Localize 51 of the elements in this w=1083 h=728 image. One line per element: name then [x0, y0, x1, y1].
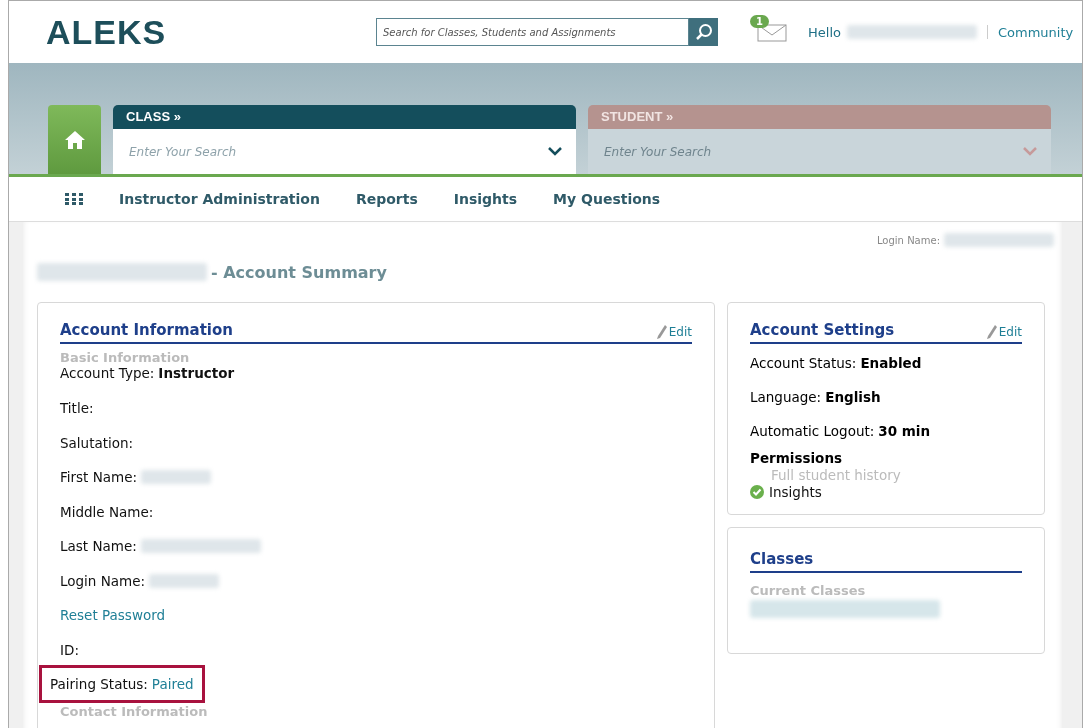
section-heading: Contact Information [60, 703, 209, 719]
field-label: ID: [60, 641, 79, 658]
home-icon [63, 129, 86, 150]
card-title: Account Settings [750, 321, 895, 339]
field-label: Middle Name: [60, 503, 154, 520]
field-value: 30 min [878, 422, 931, 439]
field-label: Salutation: [60, 434, 134, 451]
edit-link[interactable]: Edit [656, 325, 692, 339]
edit-link[interactable]: Edit [986, 325, 1022, 339]
pencil-icon [986, 325, 997, 339]
status-link[interactable]: Paired [151, 676, 194, 693]
selector-header: STUDENT » [588, 105, 1051, 129]
section-heading: Current Classes [750, 583, 867, 598]
field-value: Instructor [158, 365, 235, 381]
card-title: Classes [750, 550, 814, 568]
field-label: First Name: [60, 469, 138, 486]
login-label: Login Name: [876, 234, 940, 246]
permission-label: Insights [769, 483, 822, 500]
page-title: - Account Summary [211, 262, 387, 282]
greeting: Hello [808, 24, 841, 40]
nav-item[interactable]: My Questions [553, 191, 661, 207]
nav-item[interactable]: Instructor Administration [119, 191, 320, 207]
field-label: Last Name: [60, 538, 137, 555]
nav-item[interactable]: Insights [453, 191, 518, 207]
reset-password-link[interactable]: Reset Password [60, 607, 166, 624]
selector-header: CLASS » [113, 105, 576, 129]
field-label: Account Type: [60, 365, 155, 381]
logo: ALEKS [46, 12, 168, 52]
chevron-down-icon [548, 147, 562, 156]
field-label: Language: [750, 388, 822, 405]
field-label: Automatic Logout: [750, 422, 875, 439]
permission-label: Full student history [771, 466, 901, 483]
card-title: Account Information [60, 321, 233, 339]
search-icon [694, 23, 713, 41]
notification-badge: 1 [750, 15, 769, 28]
home-button[interactable] [48, 105, 101, 174]
field-value: English [825, 388, 881, 405]
pencil-icon [656, 325, 667, 339]
search-field[interactable]: Search for Classes, Students and Assignments [376, 18, 689, 46]
chevron-down-icon [1023, 147, 1037, 156]
permissions-heading: Permissions [750, 450, 844, 466]
section-heading: Basic Information [60, 350, 191, 365]
field-label: Pairing Status: [50, 676, 148, 693]
field-value: Enabled [860, 354, 922, 371]
field-label: Title: [60, 400, 94, 417]
search-button[interactable] [689, 18, 718, 46]
nav-item[interactable]: Reports [355, 191, 418, 207]
community-link[interactable]: Community [997, 24, 1074, 40]
field-label: Account Status: [750, 354, 857, 371]
field-label: Login Name: [60, 572, 146, 589]
grid-menu-icon [65, 193, 83, 205]
